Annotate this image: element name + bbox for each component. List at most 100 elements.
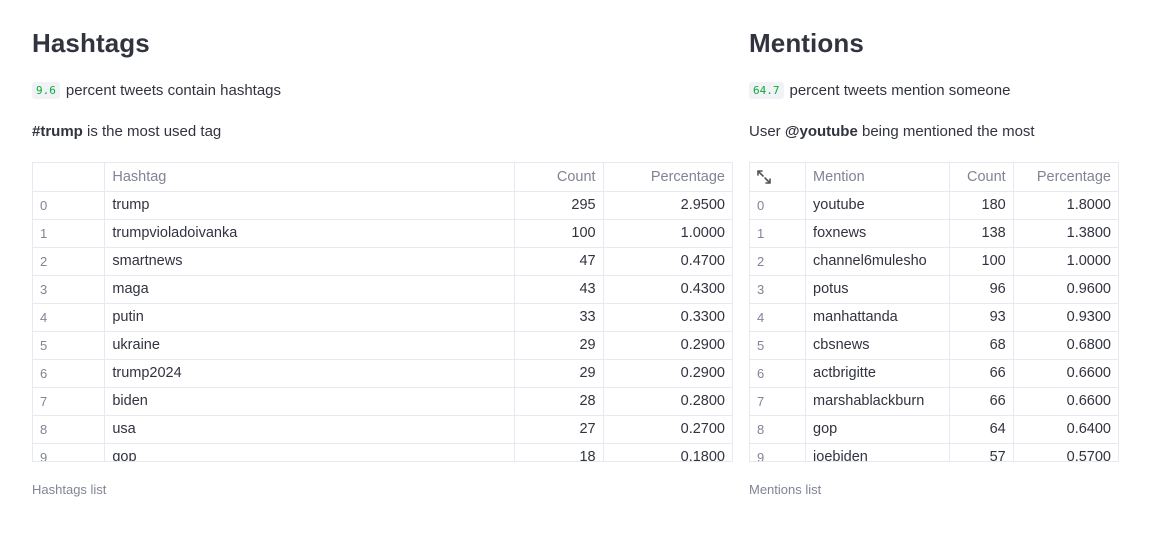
count-cell[interactable]: 43 (514, 275, 604, 304)
mention-cell[interactable]: channel6mulesho (805, 247, 950, 276)
percentage-cell[interactable]: 1.3800 (1013, 219, 1118, 248)
row-index[interactable]: 8 (750, 415, 807, 444)
count-cell[interactable]: 100 (514, 219, 604, 248)
percentage-cell[interactable]: 0.4700 (603, 247, 732, 276)
table-row[interactable]: 0 trump 295 2.9500 (33, 191, 732, 220)
count-cell[interactable]: 29 (514, 359, 604, 388)
hashtag-cell[interactable]: putin (104, 303, 515, 332)
row-index[interactable]: 7 (33, 387, 106, 416)
table-row[interactable]: 0 youtube 180 1.8000 (750, 191, 1118, 220)
row-index[interactable]: 4 (750, 303, 807, 332)
count-cell[interactable]: 47 (514, 247, 604, 276)
count-cell[interactable]: 68 (949, 331, 1014, 360)
percentage-cell[interactable]: 1.8000 (1013, 191, 1118, 220)
hashtags-table[interactable]: Hashtag Count Percentage 0 trump 295 2.9500… (32, 162, 733, 462)
row-index[interactable]: 7 (750, 387, 807, 416)
table-row[interactable]: 3 potus 96 0.9600 (750, 275, 1118, 304)
row-index[interactable]: 2 (750, 247, 807, 276)
percentage-cell[interactable]: 0.5700 (1013, 443, 1118, 461)
row-index[interactable]: 0 (750, 191, 807, 220)
count-cell[interactable]: 96 (949, 275, 1014, 304)
column-header-percentage[interactable]: Percentage (603, 163, 732, 192)
hashtag-cell[interactable]: gop (104, 443, 515, 461)
hashtag-cell[interactable]: trumpvioladoivanka (104, 219, 515, 248)
table-row[interactable]: 2 channel6mulesho 100 1.0000 (750, 247, 1118, 276)
mention-cell[interactable]: manhattanda (805, 303, 950, 332)
percentage-cell[interactable]: 0.4300 (603, 275, 732, 304)
mention-cell[interactable]: cbsnews (805, 331, 950, 360)
percentage-cell[interactable]: 2.9500 (603, 191, 732, 220)
column-header-index[interactable] (33, 163, 106, 192)
row-index[interactable]: 6 (750, 359, 807, 388)
count-cell[interactable]: 93 (949, 303, 1014, 332)
column-header-mention[interactable]: Mention (805, 163, 950, 192)
table-row[interactable]: 6 actbrigitte 66 0.6600 (750, 359, 1118, 388)
row-index[interactable]: 9 (750, 443, 807, 461)
percentage-cell[interactable]: 0.6600 (1013, 359, 1118, 388)
column-header-percentage[interactable]: Percentage (1013, 163, 1118, 192)
table-row[interactable]: 8 gop 64 0.6400 (750, 415, 1118, 444)
table-row[interactable]: 5 ukraine 29 0.2900 (33, 331, 732, 360)
count-cell[interactable]: 57 (949, 443, 1014, 461)
table-row[interactable]: 5 cbsnews 68 0.6800 (750, 331, 1118, 360)
percentage-cell[interactable]: 0.1800 (603, 443, 732, 461)
percentage-cell[interactable]: 0.6400 (1013, 415, 1118, 444)
row-index[interactable]: 0 (33, 191, 106, 220)
mention-cell[interactable]: joebiden (805, 443, 950, 461)
count-cell[interactable]: 138 (949, 219, 1014, 248)
count-cell[interactable]: 33 (514, 303, 604, 332)
row-index[interactable]: 1 (750, 219, 807, 248)
hashtag-cell[interactable]: smartnews (104, 247, 515, 276)
percentage-cell[interactable]: 0.3300 (603, 303, 732, 332)
column-header-count[interactable]: Count (514, 163, 604, 192)
mention-cell[interactable]: marshablackburn (805, 387, 950, 416)
percentage-cell[interactable]: 0.6600 (1013, 387, 1118, 416)
count-cell[interactable]: 29 (514, 331, 604, 360)
percentage-cell[interactable]: 1.0000 (1013, 247, 1118, 276)
table-row[interactable]: 3 maga 43 0.4300 (33, 275, 732, 304)
percentage-cell[interactable]: 0.2700 (603, 415, 732, 444)
table-row[interactable]: 4 putin 33 0.3300 (33, 303, 732, 332)
mention-cell[interactable]: gop (805, 415, 950, 444)
hashtag-cell[interactable]: ukraine (104, 331, 515, 360)
column-header-hashtag[interactable]: Hashtag (104, 163, 515, 192)
percentage-cell[interactable]: 0.2900 (603, 359, 732, 388)
count-cell[interactable]: 18 (514, 443, 604, 461)
count-cell[interactable]: 66 (949, 387, 1014, 416)
row-index[interactable]: 1 (33, 219, 106, 248)
count-cell[interactable]: 27 (514, 415, 604, 444)
row-index[interactable]: 8 (33, 415, 106, 444)
hashtag-cell[interactable]: trump2024 (104, 359, 515, 388)
row-index[interactable]: 3 (33, 275, 106, 304)
row-index[interactable]: 9 (33, 443, 106, 461)
table-row[interactable]: 8 usa 27 0.2700 (33, 415, 732, 444)
row-index[interactable]: 5 (750, 331, 807, 360)
row-index[interactable]: 5 (33, 331, 106, 360)
count-cell[interactable]: 64 (949, 415, 1014, 444)
percentage-cell[interactable]: 0.9600 (1013, 275, 1118, 304)
table-row[interactable]: 4 manhattanda 93 0.9300 (750, 303, 1118, 332)
count-cell[interactable]: 66 (949, 359, 1014, 388)
mention-cell[interactable]: potus (805, 275, 950, 304)
percentage-cell[interactable]: 0.9300 (1013, 303, 1118, 332)
hashtag-cell[interactable]: maga (104, 275, 515, 304)
count-cell[interactable]: 28 (514, 387, 604, 416)
table-row[interactable]: 1 trumpvioladoivanka 100 1.0000 (33, 219, 732, 248)
table-row[interactable]: 2 smartnews 47 0.4700 (33, 247, 732, 276)
table-row[interactable]: 7 marshablackburn 66 0.6600 (750, 387, 1118, 416)
row-index[interactable]: 4 (33, 303, 106, 332)
table-row[interactable]: 7 biden 28 0.2800 (33, 387, 732, 416)
count-cell[interactable]: 100 (949, 247, 1014, 276)
row-index[interactable]: 3 (750, 275, 807, 304)
hashtag-cell[interactable]: biden (104, 387, 515, 416)
count-cell[interactable]: 295 (514, 191, 604, 220)
table-row[interactable]: 1 foxnews 138 1.3800 (750, 219, 1118, 248)
row-index[interactable]: 6 (33, 359, 106, 388)
percentage-cell[interactable]: 0.2900 (603, 331, 732, 360)
hashtag-cell[interactable]: trump (104, 191, 515, 220)
row-index[interactable]: 2 (33, 247, 106, 276)
percentage-cell[interactable]: 0.2800 (603, 387, 732, 416)
count-cell[interactable]: 180 (949, 191, 1014, 220)
expand-table-button[interactable] (751, 164, 777, 190)
column-header-count[interactable]: Count (949, 163, 1014, 192)
